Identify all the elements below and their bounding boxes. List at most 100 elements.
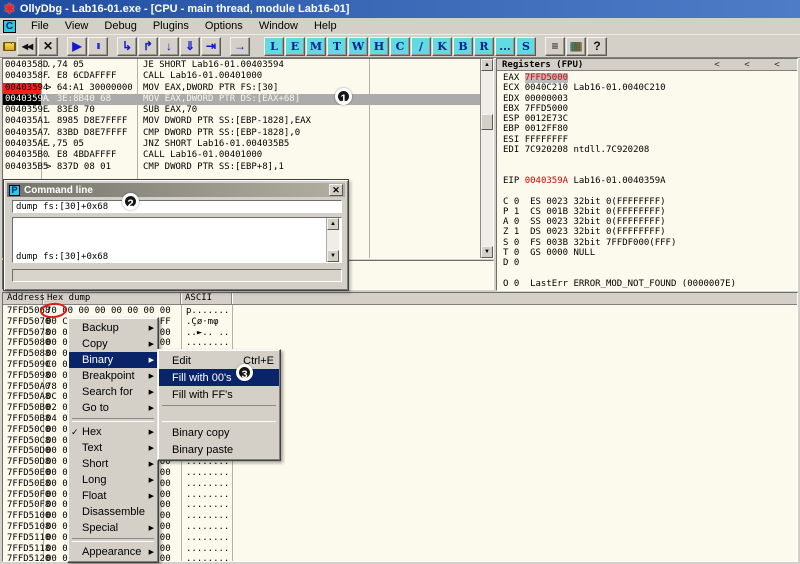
source-window-button[interactable]: S — [516, 37, 536, 56]
register-line[interactable]: ESP 0012E73C — [497, 114, 797, 124]
scroll-down-icon[interactable]: ▼ — [481, 246, 493, 258]
execute-till-return-button[interactable]: ⇥ — [201, 37, 221, 56]
restart-button[interactable]: ◀◀ — [17, 37, 37, 56]
disassembly-row[interactable]: 004035A1 . 8985 D8E7FFFF MOV DWORD PTR S… — [3, 116, 480, 127]
submenu-item[interactable] — [162, 405, 276, 422]
pause-button[interactable]: II — [88, 37, 108, 56]
patches-window-button[interactable]: / — [411, 37, 431, 56]
register-line[interactable]: A 0 SS 0023 32bit 0(FFFFFFFF) — [497, 217, 797, 227]
dump-row[interactable]: 7FFD5068 70 00 00 00 00 00 00 00 p......… — [3, 306, 797, 317]
call-stack-window-button[interactable]: K — [432, 37, 452, 56]
collapse-section-icon[interactable]: < — [702, 60, 732, 70]
animate-over-button[interactable]: ⇓ — [180, 37, 200, 56]
context-menu-item-text[interactable]: Text ▶ — [69, 440, 157, 456]
submenu-item-binary-paste[interactable]: Binary paste — [159, 441, 279, 458]
context-menu-item-hex[interactable]: ✓ Hex ▶ — [69, 424, 157, 440]
register-line[interactable] — [497, 155, 797, 165]
options-button[interactable]: ≡ — [545, 37, 565, 56]
register-line[interactable] — [497, 166, 797, 176]
menu-file[interactable]: File — [23, 18, 57, 34]
history-scrollbar[interactable]: ▲ ▼ — [326, 218, 339, 262]
context-menu-item-special[interactable]: Special ▶ — [69, 520, 157, 536]
register-line[interactable]: ECX 0040C210 Lab16-01.0040C210 — [497, 83, 797, 93]
disassembly-row[interactable]: 0040358D .,74 05 JE SHORT Lab16-01.00403… — [3, 60, 480, 71]
disassembly-row[interactable]: 004035AE .,75 05 JNZ SHORT Lab16-01.0040… — [3, 139, 480, 150]
menu-debug[interactable]: Debug — [96, 18, 144, 34]
register-line[interactable]: P 1 CS 001B 32bit 0(FFFFFFFF) — [497, 207, 797, 217]
register-line[interactable]: Z 1 DS 0023 32bit 0(FFFFFFFF) — [497, 227, 797, 237]
disassembly-row[interactable]: 0040359E . 83E8 70 SUB EAX,70 — [3, 105, 480, 116]
command-input[interactable] — [12, 200, 342, 213]
scrollbar-thumb[interactable] — [481, 114, 493, 130]
context-menu-item-go-to[interactable]: Go to ▶ — [69, 400, 157, 416]
open-file-button[interactable] — [3, 42, 16, 51]
context-menu-item-copy[interactable]: Copy ▶ — [69, 336, 157, 352]
disassembly-row[interactable]: 004035B5 > 837D 08 01 CMP DWORD PTR SS:[… — [3, 162, 480, 173]
windows-window-button[interactable]: W — [348, 37, 368, 56]
context-menu-item-search-for[interactable]: Search for ▶ — [69, 384, 157, 400]
go-to-address-button[interactable]: → — [230, 37, 250, 56]
submenu-item-binary-copy[interactable]: Binary copy — [159, 424, 279, 441]
context-menu-item-appearance[interactable]: Appearance ▶ — [69, 544, 157, 560]
context-menu-item-breakpoint[interactable]: Breakpoint ▶ — [69, 368, 157, 384]
register-line[interactable]: T 0 GS 0000 NULL — [497, 248, 797, 258]
appearance-button[interactable]: ▦ — [566, 37, 586, 56]
menu-view[interactable]: View — [57, 18, 97, 34]
command-history-item[interactable]: dump fs:[30]+0x68 — [16, 252, 325, 263]
register-line[interactable]: ESI FFFFFFFF — [497, 135, 797, 145]
register-line[interactable]: EBP 0012FF80 — [497, 124, 797, 134]
cpu-mdi-icon[interactable]: C — [3, 20, 16, 33]
context-menu-item-short[interactable]: Short ▶ — [69, 456, 157, 472]
step-into-button[interactable]: ↳ — [117, 37, 137, 56]
run-button[interactable]: ▶ — [67, 37, 87, 56]
register-line[interactable]: D 0 — [497, 258, 797, 268]
context-menu-item-float[interactable]: Float ▶ — [69, 488, 157, 504]
context-menu-item-disassemble[interactable]: Disassemble — [69, 504, 157, 520]
register-line[interactable]: O 0 LastErr ERROR_MOD_NOT_FOUND (0000007… — [497, 279, 797, 289]
breakpoints-window-button[interactable]: B — [453, 37, 473, 56]
context-menu-item[interactable] — [72, 418, 154, 422]
collapse-section-icon[interactable]: < — [762, 60, 792, 70]
register-line[interactable]: EAX 7FFD5000 — [497, 73, 797, 83]
submenu-item-fill-with-ffs[interactable]: Fill with FF's — [159, 386, 279, 403]
context-menu-item-binary[interactable]: Binary ▶ — [69, 352, 157, 368]
title-bar[interactable]: ✱ OllyDbg - Lab16-01.exe - [CPU - main t… — [0, 0, 800, 18]
menu-help[interactable]: Help — [306, 18, 345, 34]
handles-window-button[interactable]: H — [369, 37, 389, 56]
scroll-down-icon[interactable]: ▼ — [327, 250, 339, 262]
register-line[interactable]: S 0 FS 003B 32bit 7FFDF000(FFF) — [497, 238, 797, 248]
animate-into-button[interactable]: ↓ — [159, 37, 179, 56]
register-line[interactable]: C 0 ES 0023 32bit 0(FFFFFFFF) — [497, 197, 797, 207]
register-line[interactable]: EDI 7C920208 ntdll.7C920208 — [497, 145, 797, 155]
disassembly-row[interactable]: 0040358F . E8 6CDAFFFF CALL Lab16-01.004… — [3, 71, 480, 82]
menu-window[interactable]: Window — [251, 18, 306, 34]
context-menu-item-long[interactable]: Long ▶ — [69, 472, 157, 488]
executables-window-button[interactable]: E — [285, 37, 305, 56]
disassembly-row[interactable]: 004035A7 . 83BD D8E7FFFF CMP DWORD PTR S… — [3, 128, 480, 139]
threads-window-button[interactable]: T — [327, 37, 347, 56]
menu-options[interactable]: Options — [197, 18, 251, 34]
submenu-item-edit[interactable]: Edit Ctrl+E — [159, 352, 279, 369]
disassembly-row[interactable]: 00403594 > 64:A1 30000000 MOV EAX,DWORD … — [3, 83, 480, 94]
scroll-up-icon[interactable]: ▲ — [481, 59, 493, 71]
references-window-button[interactable]: R — [474, 37, 494, 56]
disassembly-row[interactable]: 004035B0 . E8 4BDAFFFF CALL Lab16-01.004… — [3, 150, 480, 161]
run-trace-window-button[interactable]: ... — [495, 37, 515, 56]
register-line[interactable]: EDX 00000003 — [497, 94, 797, 104]
register-line[interactable] — [497, 186, 797, 196]
help-button[interactable]: ? — [587, 37, 607, 56]
register-line[interactable] — [497, 269, 797, 279]
step-over-button[interactable]: ↱ — [138, 37, 158, 56]
log-window-button[interactable]: L — [264, 37, 284, 56]
register-line[interactable]: EBX 7FFD5000 — [497, 104, 797, 114]
memory-window-button[interactable]: M — [306, 37, 326, 56]
scroll-up-icon[interactable]: ▲ — [327, 218, 339, 230]
close-process-button[interactable]: ✕ — [38, 37, 58, 56]
cpu-window-button[interactable]: C — [390, 37, 410, 56]
collapse-section-icon[interactable]: < — [732, 60, 762, 70]
context-menu-item[interactable] — [72, 538, 154, 542]
context-menu-item-backup[interactable]: Backup ▶ — [69, 320, 157, 336]
command-line-title-bar[interactable]: P Command line ✕ — [7, 183, 345, 197]
menu-plugins[interactable]: Plugins — [145, 18, 197, 34]
submenu-item-fill-with-00s[interactable]: Fill with 00's — [159, 369, 279, 386]
